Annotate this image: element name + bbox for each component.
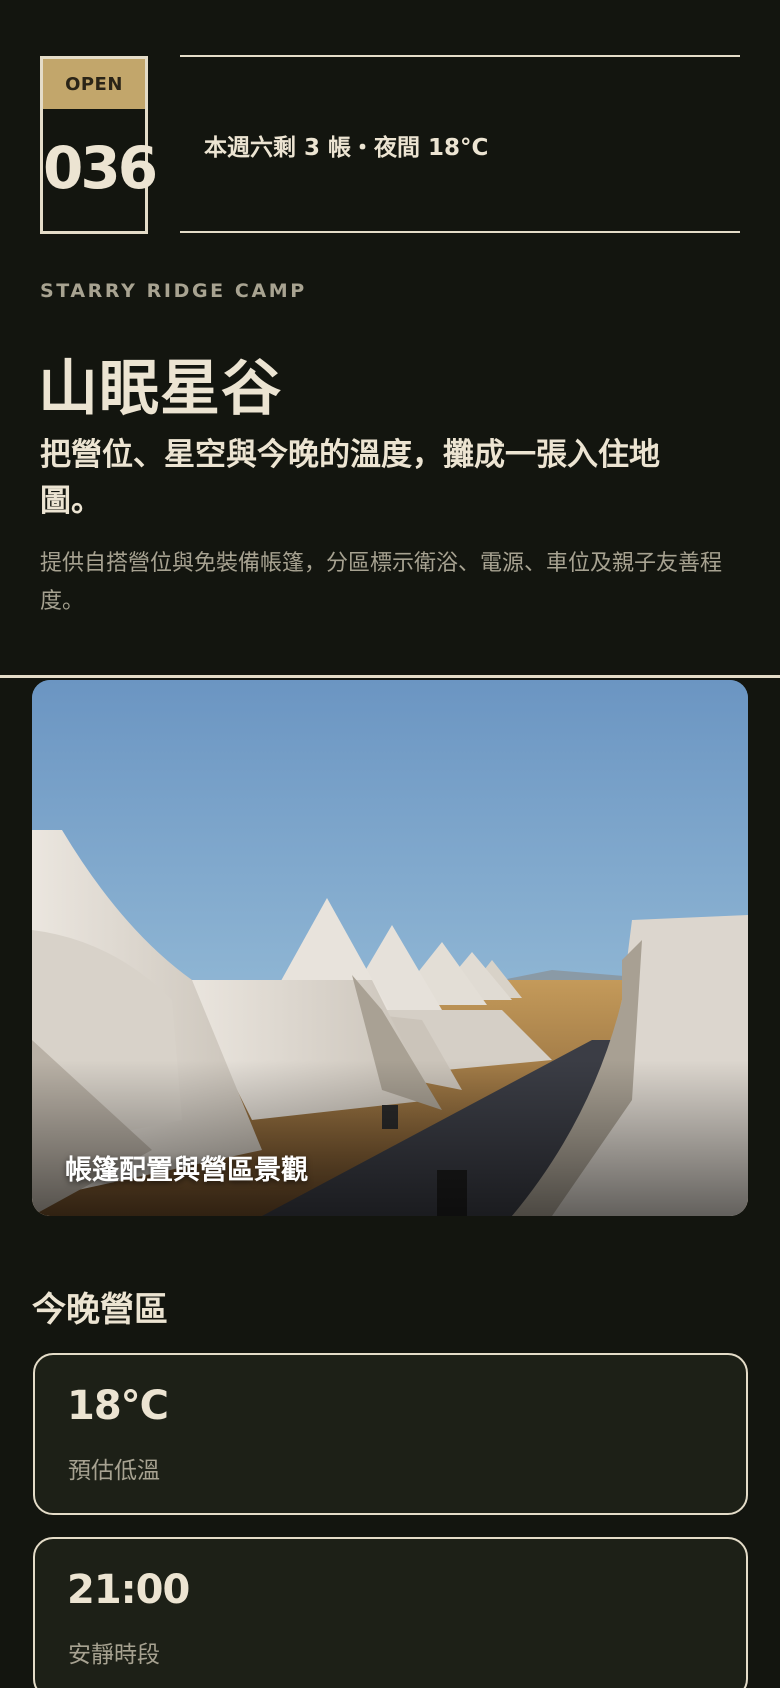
page: OPEN 036 本週六剩 3 帳・夜間 18°C STARRY RIDGE C… (0, 0, 780, 1688)
stat-label: 安靜時段 (68, 1642, 160, 1668)
page-title: 山眠星谷 (38, 354, 282, 424)
photo-caption: 帳篷配置與營區景觀 (65, 1155, 308, 1186)
brand-name-en: STARRY RIDGE CAMP (40, 280, 307, 302)
stat-label: 預估低溫 (68, 1458, 160, 1484)
date-badge: OPEN 036 (40, 56, 158, 234)
tonight-section-title: 今晚營區 (32, 1290, 168, 1330)
tent-scene-image (32, 680, 748, 1216)
stat-value: 18°C (67, 1383, 169, 1429)
stat-card-quiet-hours: 21:00 安靜時段 (33, 1537, 748, 1688)
description: 提供自搭營位與免裝備帳篷，分區標示衛浴、電源、車位及親子友善程度。 (40, 551, 723, 614)
open-tag: OPEN (43, 59, 145, 109)
campsite-photo: 帳篷配置與營區景觀 (32, 680, 748, 1216)
availability-status: 本週六剩 3 帳・夜間 18°C (204, 135, 489, 161)
status-divider-top (180, 55, 740, 57)
status-divider-bottom (180, 231, 740, 233)
day-number: 036 (43, 134, 158, 202)
section-divider (0, 675, 780, 678)
tagline: 把營位、星空與今晚的溫度，攤成一張入住地圖。 (40, 437, 660, 519)
stat-value: 21:00 (67, 1567, 190, 1613)
stat-card-low-temp: 18°C 預估低溫 (33, 1353, 748, 1515)
